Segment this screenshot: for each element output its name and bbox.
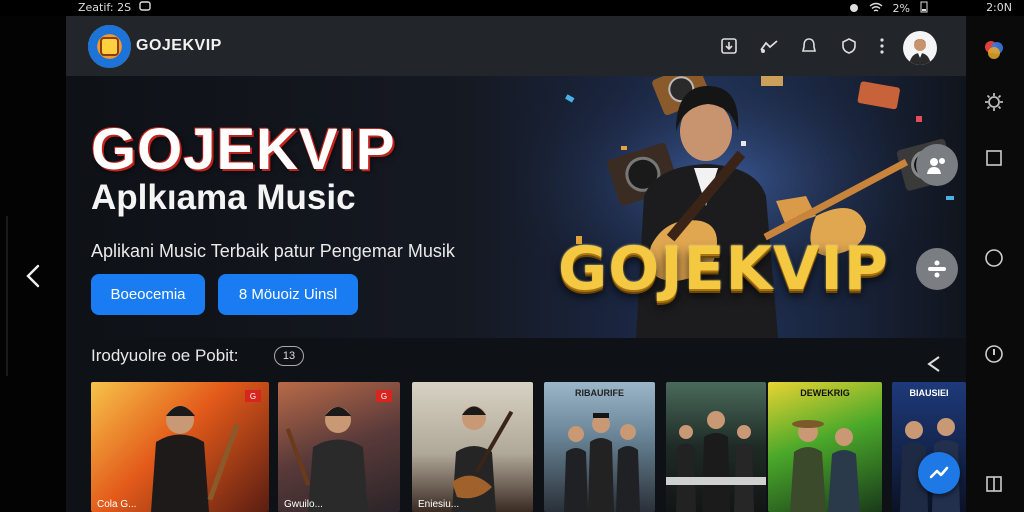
cast-icon[interactable] xyxy=(759,36,779,56)
system-status-bar: Zeatif: 2S 2% 2:0N xyxy=(0,0,1024,16)
section-count-badge: 13 xyxy=(274,346,304,366)
status-right: 2% xyxy=(849,1,928,16)
status-time: 2:0N xyxy=(986,1,1012,14)
album-card[interactable]: DEWEKRIG xyxy=(768,382,882,512)
split-screen-icon[interactable] xyxy=(982,472,1006,496)
assistant-icon[interactable] xyxy=(982,38,1006,62)
share-icon[interactable] xyxy=(924,354,944,374)
contacts-fab[interactable] xyxy=(916,144,958,186)
card-caption: Cola G... xyxy=(97,499,137,510)
battery-icon xyxy=(920,1,928,16)
logo-mark xyxy=(100,37,119,56)
card-caption: Gwuilo... xyxy=(284,499,323,510)
status-left: Zeatif: 2S xyxy=(78,1,151,14)
recents-square-icon[interactable] xyxy=(982,146,1006,170)
app-window: GOJEKVIP GOJEKVIP Aplkıama Music Aplikan… xyxy=(66,16,966,512)
card-tag: G xyxy=(245,390,261,402)
album-card[interactable] xyxy=(666,382,766,512)
messenger-fab[interactable] xyxy=(918,452,960,494)
status-text: Zeatif: 2S xyxy=(78,1,132,14)
alarm-icon xyxy=(849,2,859,16)
info-icon[interactable] xyxy=(982,342,1006,366)
brand-name: GOJEKVIP xyxy=(136,37,222,54)
card-title: RIBAURIFE xyxy=(575,388,624,398)
back-arrow-icon[interactable] xyxy=(22,262,44,292)
app-logo[interactable] xyxy=(88,25,131,68)
shield-icon[interactable] xyxy=(839,36,859,56)
notification-icon xyxy=(139,1,151,14)
album-art xyxy=(564,413,640,512)
card-title: DEWEKRIG xyxy=(800,388,850,398)
section-title: Irodyuolre oe Pobit: xyxy=(91,346,239,365)
album-art xyxy=(151,406,240,512)
album-card[interactable]: G Cola G... xyxy=(91,382,269,512)
album-carousel: G Cola G... G Gwuilo... Eniesiu... RIBAU… xyxy=(91,382,966,512)
home-circle-icon[interactable] xyxy=(982,246,1006,270)
album-card[interactable]: RIBAURIFE xyxy=(544,382,655,512)
app-header: GOJEKVIP xyxy=(66,16,966,76)
album-card[interactable]: BIAUSIEI xyxy=(892,382,966,512)
card-caption: Eniesiu... xyxy=(418,499,460,510)
album-card[interactable]: G Gwuilo... xyxy=(278,382,400,512)
card-title: BIAUSIEI xyxy=(909,388,949,398)
notification-icon[interactable] xyxy=(799,36,819,56)
album-art xyxy=(790,420,860,512)
secondary-cta-button[interactable]: 8 Möuoiz Uinsl xyxy=(218,274,358,315)
more-icon[interactable] xyxy=(872,36,892,56)
download-icon[interactable] xyxy=(719,36,739,56)
hero-banner: GOJEKVIP Aplkıama Music Aplikani Music T… xyxy=(66,76,966,338)
settings-gear-icon[interactable] xyxy=(982,90,1006,114)
hero-art-logo: GOJEKVIP xyxy=(558,234,889,304)
avatar[interactable] xyxy=(903,31,937,65)
album-card[interactable]: Eniesiu... xyxy=(412,382,533,512)
wifi-icon xyxy=(869,2,883,16)
right-nav-rail xyxy=(966,16,1024,512)
card-tag: G xyxy=(376,390,392,402)
battery-level: 2% xyxy=(892,2,910,15)
equalizer-fab[interactable] xyxy=(916,248,958,290)
bezel-line xyxy=(6,216,8,376)
hero-description: Aplikani Music Terbaik patur Pengemar Mu… xyxy=(91,241,455,261)
hero-subtitle: Aplkıama Music xyxy=(91,178,356,217)
album-art xyxy=(452,406,514,512)
album-art xyxy=(666,411,766,512)
album-art xyxy=(900,418,960,512)
left-bezel xyxy=(0,16,66,512)
primary-cta-button[interactable]: Boeocemia xyxy=(91,274,205,315)
hero-title: GOJEKVIP xyxy=(91,117,396,182)
